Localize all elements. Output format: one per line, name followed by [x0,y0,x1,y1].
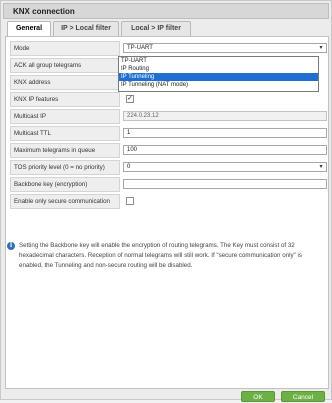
tab-ip-local-filter[interactable]: IP > Local filter [53,21,119,36]
tab-general[interactable]: General [7,21,51,37]
tos-select[interactable]: 0 ▾ [123,162,327,172]
info-icon: i [7,242,15,250]
knx-ip-features-label: KNX IP features [10,92,120,107]
secure-only-row: Enable only secure communication [10,194,328,209]
secure-only-checkbox[interactable] [126,197,134,205]
knx-ip-features-checkbox[interactable]: ✓ [126,95,134,103]
info-text: Setting the Backbone key will enable the… [19,242,302,269]
multicast-ip-label: Multicast IP [10,109,120,124]
multicast-ttl-row: Multicast TTL 1 [10,126,328,141]
mode-option-ip-tunneling[interactable]: IP Tunneling [119,73,318,81]
dialog-title: KNX connection [13,7,75,16]
multicast-ttl-field[interactable]: 1 [123,128,327,138]
mode-option-tp-uart[interactable]: TP-UART [119,57,318,65]
mode-option-ip-tunneling-nat[interactable]: IP Tunneling (NAT mode) [119,81,318,89]
mode-select[interactable]: TP-UART ▾ [123,43,327,53]
tos-label: TOS priority level (0 = no priority) [10,160,120,175]
multicast-ttl-label: Multicast TTL [10,126,120,141]
mode-select-value: TP-UART [127,45,153,51]
chevron-down-icon: ▾ [319,45,323,51]
knx-address-label: KNX address [10,75,120,90]
tos-select-value: 0 [127,164,131,170]
mode-row: Mode TP-UART ▾ [10,41,328,56]
tab-local-ip-filter[interactable]: Local > IP filter [121,21,191,36]
chevron-down-icon: ▾ [319,164,323,170]
multicast-ip-row: Multicast IP 224.0.23.12 [10,109,328,124]
mode-dropdown-list: TP-UART IP Routing IP Tunneling IP Tunne… [118,56,319,92]
max-queue-field[interactable]: 100 [123,145,327,155]
backbone-key-row: Backbone key (encryption) [10,177,328,192]
max-queue-label: Maximum telegrams in queue [10,143,120,158]
secure-only-label: Enable only secure communication [10,194,120,209]
mode-option-ip-routing[interactable]: IP Routing [119,65,318,73]
max-queue-row: Maximum telegrams in queue 100 [10,143,328,158]
tos-row: TOS priority level (0 = no priority) 0 ▾ [10,160,328,175]
title-bar[interactable]: KNX connection [3,3,329,19]
tab-bar: General IP > Local filter Local > IP fil… [5,21,329,37]
knx-ip-features-row: KNX IP features ✓ [10,92,328,107]
backbone-key-label: Backbone key (encryption) [10,177,120,192]
cancel-button[interactable]: Cancel [281,391,325,402]
mode-label: Mode [10,41,120,56]
multicast-ip-field[interactable]: 224.0.23.12 [123,111,327,121]
ok-button[interactable]: OK [241,391,275,402]
ack-label: ACK all group telegrams [10,58,120,73]
backbone-key-field[interactable] [123,179,327,189]
knx-connection-dialog: KNX connection General IP > Local filter… [0,0,332,402]
